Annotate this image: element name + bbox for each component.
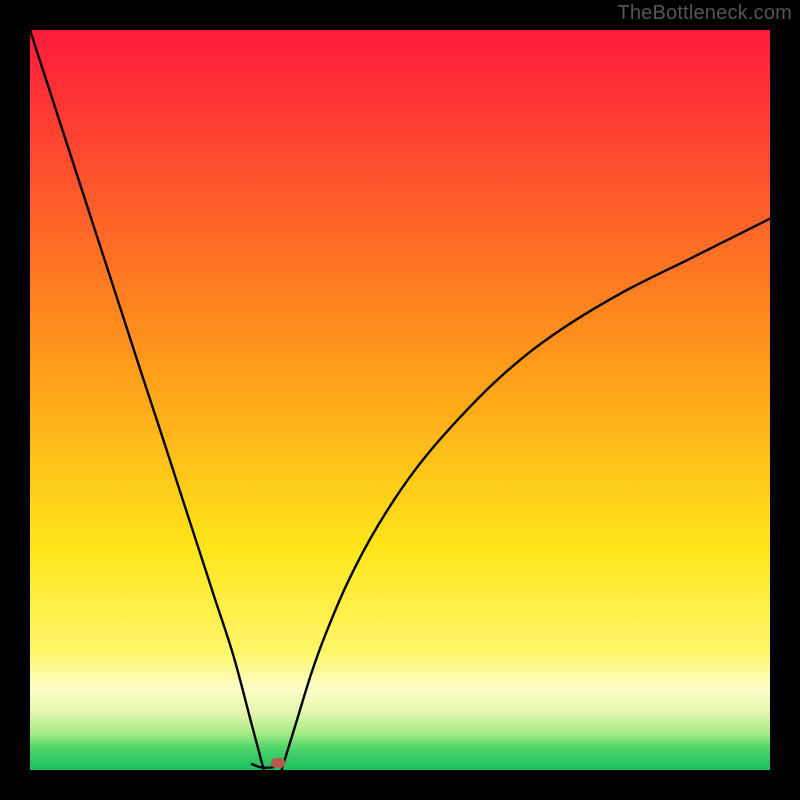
optimum-marker xyxy=(271,758,285,768)
chart-frame: TheBottleneck.com xyxy=(0,0,800,800)
plot-area xyxy=(30,30,770,770)
watermark-text: TheBottleneck.com xyxy=(617,2,792,25)
gradient-background xyxy=(30,30,770,770)
